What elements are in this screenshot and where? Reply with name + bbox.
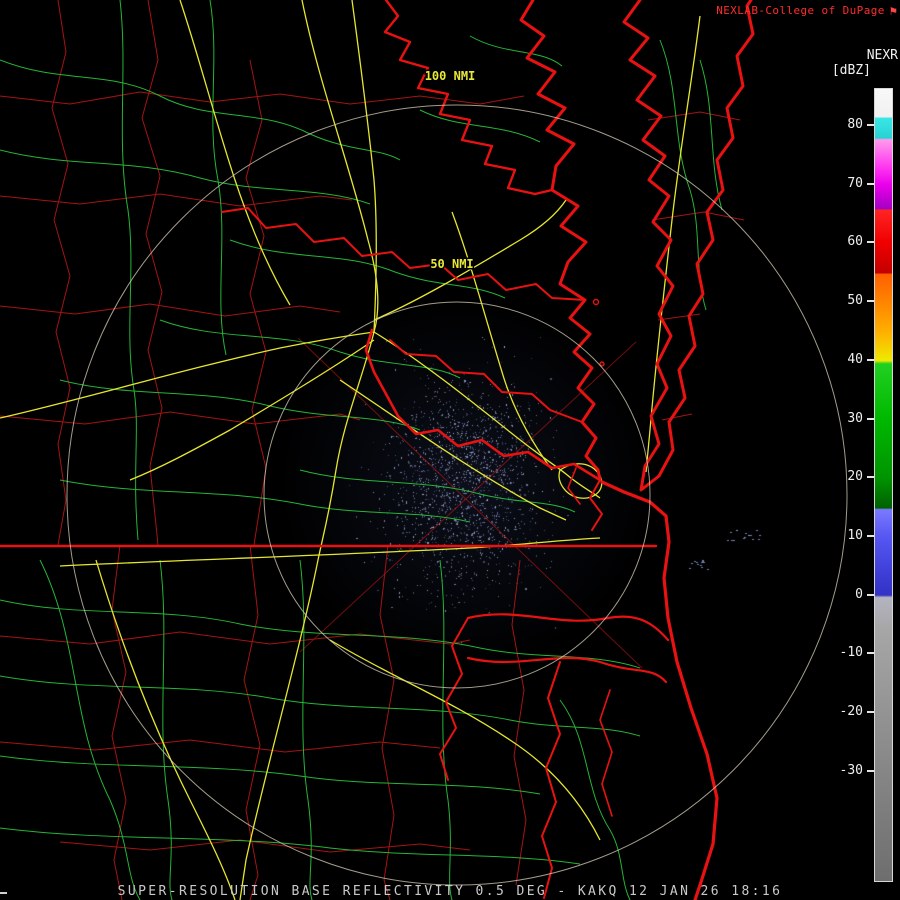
colorbar-unit: [dBZ] (831, 63, 871, 78)
brand-logo-icon: ⚑ (889, 3, 897, 18)
brand-text: NEXLAB-College of DuPage (716, 4, 885, 17)
frame-corner-tick (0, 892, 7, 894)
roads-layer (0, 0, 723, 900)
range-rings-layer (66, 104, 848, 886)
range-ring-label-100nmi: 100 NMI (425, 69, 476, 83)
product-status-text: SUPER-RESOLUTION BASE REFLECTIVITY 0.5 D… (117, 884, 783, 899)
colorbar-title: NEXR (866, 48, 898, 63)
radar-viewer: 100 NMI 50 NMI NEXLAB-College of DuPage … (0, 0, 900, 900)
range-ring-label-50nmi: 50 NMI (430, 257, 473, 271)
colorbar-gradient (874, 88, 893, 882)
radar-map: 100 NMI 50 NMI (0, 0, 848, 900)
highways-layer (0, 0, 701, 900)
range-ring-100nmi (66, 104, 848, 886)
brand: NEXLAB-College of DuPage ⚑ (716, 4, 897, 17)
